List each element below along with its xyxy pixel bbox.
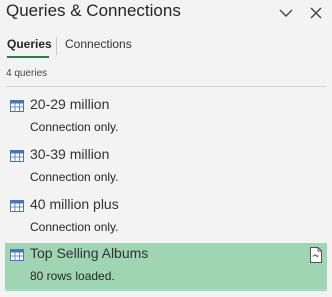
query-status: Connection only. xyxy=(30,120,119,134)
query-item-30-39-million[interactable]: 30-39 million Connection only. xyxy=(5,144,327,192)
pane-options-button[interactable] xyxy=(276,3,296,23)
list-bottom-divider xyxy=(5,289,327,290)
query-item-top-selling-albums[interactable]: Top Selling Albums 80 rows loaded. xyxy=(5,243,327,291)
query-name: Top Selling Albums xyxy=(30,245,149,261)
list-divider xyxy=(6,86,326,87)
tab-divider xyxy=(56,37,57,55)
pane-title: Queries & Connections xyxy=(6,1,181,20)
query-name: 20-29 million xyxy=(30,96,110,112)
pane-title-bar: Queries & Connections xyxy=(0,0,332,26)
query-item-20-29-million[interactable]: 20-29 million Connection only. xyxy=(5,94,327,142)
chevron-down-icon xyxy=(279,9,293,17)
query-status: 80 rows loaded. xyxy=(30,269,115,283)
query-name: 40 million plus xyxy=(30,196,119,212)
queries-connections-pane: Queries & Connections Queries Connection… xyxy=(0,0,332,297)
query-name: 30-39 million xyxy=(30,146,110,162)
query-status: Connection only. xyxy=(30,170,119,184)
table-icon xyxy=(10,249,24,261)
document-icon[interactable] xyxy=(309,247,323,263)
tab-connections[interactable]: Connections xyxy=(65,37,132,51)
table-icon xyxy=(10,150,24,162)
query-count: 4 queries xyxy=(6,68,48,79)
table-icon xyxy=(10,100,24,112)
close-pane-button[interactable] xyxy=(306,3,326,23)
query-status: Connection only. xyxy=(30,220,119,234)
active-tab-indicator xyxy=(7,56,49,58)
close-icon xyxy=(310,7,322,19)
tab-queries[interactable]: Queries xyxy=(7,37,52,51)
table-icon xyxy=(10,200,24,212)
tab-strip: Queries Connections xyxy=(0,33,332,61)
query-item-40-million-plus[interactable]: 40 million plus Connection only. xyxy=(5,194,327,242)
